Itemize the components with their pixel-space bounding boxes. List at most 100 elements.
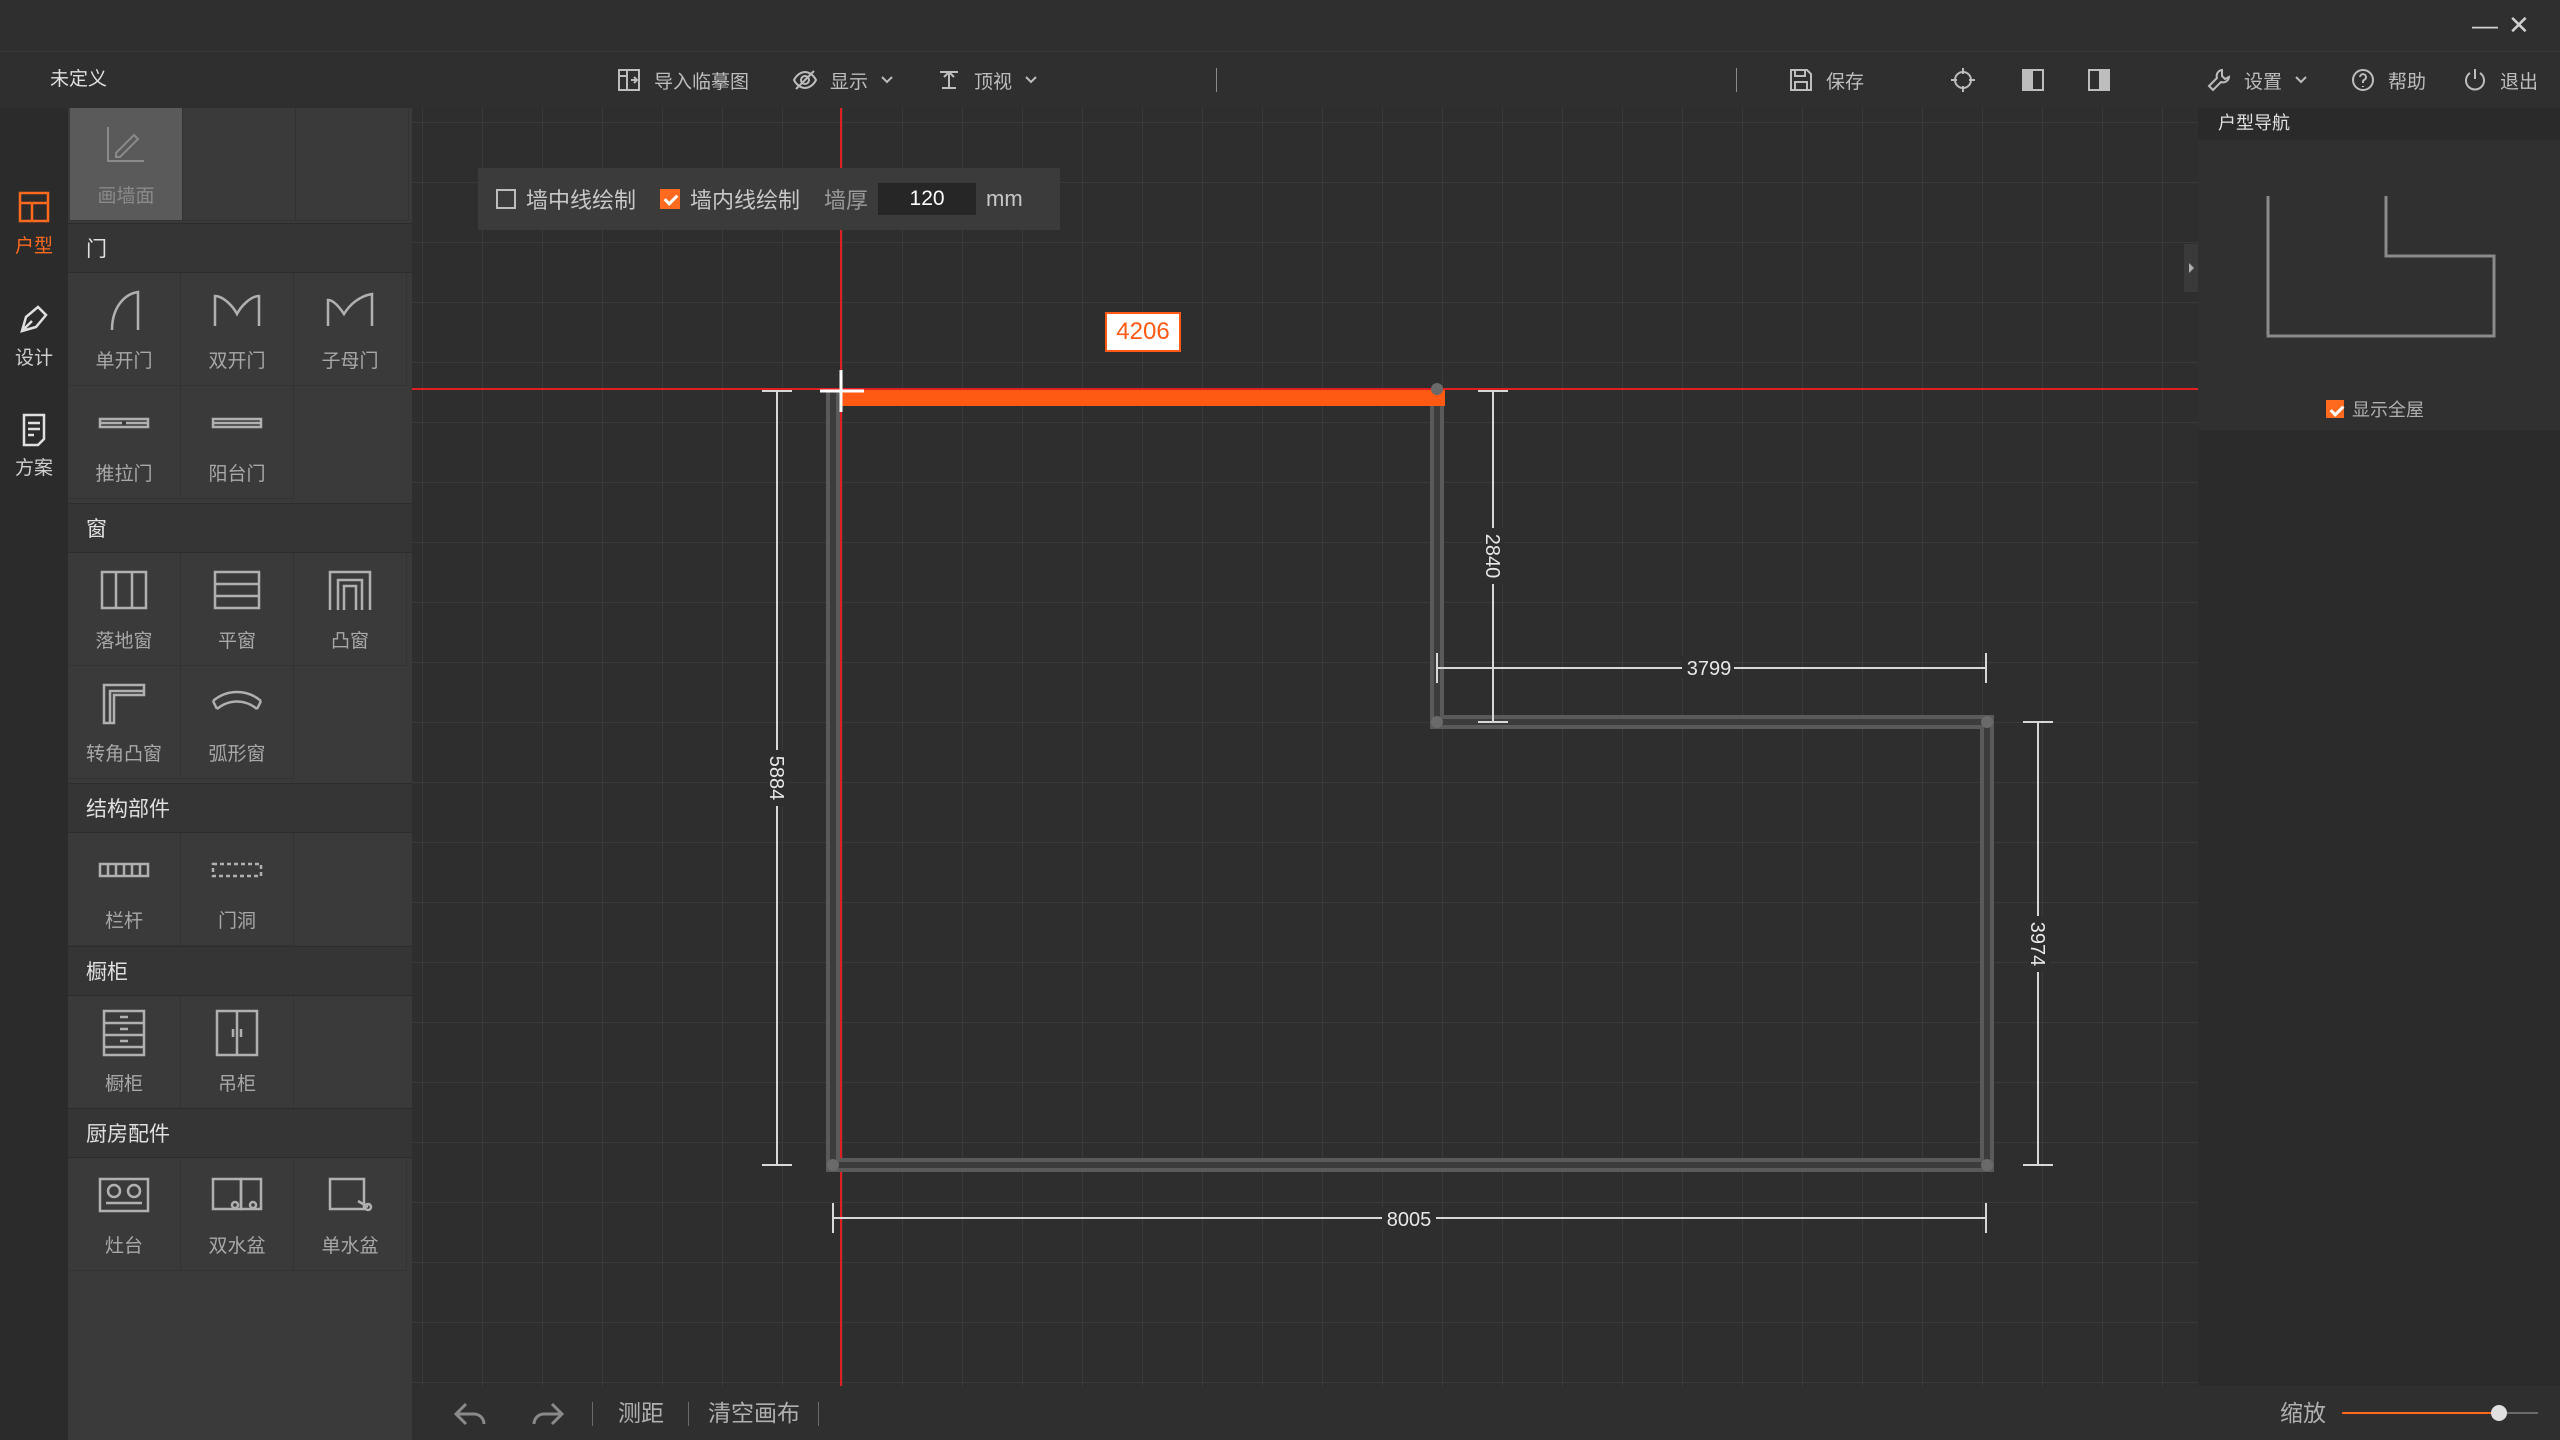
minimap-outline bbox=[2266, 196, 2496, 338]
show-all-checkbox[interactable] bbox=[2326, 400, 2344, 418]
chevron-down-icon bbox=[1025, 76, 1037, 84]
palette-empty-slot bbox=[183, 108, 296, 221]
redo-icon[interactable] bbox=[528, 1400, 566, 1428]
navigator-collapse-handle[interactable] bbox=[2184, 244, 2198, 292]
show-all-toggle[interactable]: 显示全屋 bbox=[2326, 396, 2424, 422]
crosshair-icon bbox=[1951, 68, 1975, 92]
statusbar-divider bbox=[818, 1402, 819, 1426]
wall-outline bbox=[826, 392, 1994, 1172]
help-button[interactable]: 帮助 bbox=[2350, 52, 2426, 108]
minimap-drawing bbox=[2266, 196, 2496, 338]
double-door-tool[interactable]: 双开门 bbox=[181, 273, 294, 386]
category-windows[interactable]: 窗 bbox=[68, 503, 412, 553]
palette-empty-slot bbox=[296, 108, 409, 221]
thickness-input[interactable] bbox=[878, 183, 977, 215]
single-sink-tool[interactable]: 单水盆 bbox=[294, 1158, 407, 1271]
zoom-slider-knob[interactable] bbox=[2490, 1405, 2507, 1421]
clear-canvas-button[interactable]: 清空画布 bbox=[708, 1386, 800, 1440]
corner-bay-window-icon bbox=[102, 683, 146, 724]
toolbar-divider bbox=[1736, 68, 1737, 92]
draw-wall-tool[interactable]: 画墙面 bbox=[70, 108, 183, 221]
power-icon bbox=[2465, 69, 2485, 91]
wall-cabinet-tool[interactable]: 吊柜 bbox=[181, 996, 294, 1109]
category-structure[interactable]: 结构部件 bbox=[68, 783, 412, 833]
stove-tool[interactable]: 灶台 bbox=[68, 1158, 181, 1271]
layout-left-icon bbox=[2022, 69, 2044, 91]
minimize-button[interactable]: — bbox=[2472, 10, 2498, 41]
statusbar-divider bbox=[688, 1402, 689, 1426]
cabinet-tool[interactable]: 橱柜 bbox=[68, 996, 181, 1109]
wall-node bbox=[1431, 716, 1443, 728]
pen-icon bbox=[20, 304, 48, 333]
save-button[interactable]: 保存 bbox=[1788, 52, 1864, 108]
close-button[interactable]: ✕ bbox=[2508, 10, 2530, 41]
eye-off-icon bbox=[792, 70, 818, 90]
nav-item-floorplan[interactable]: 户型 bbox=[0, 168, 68, 278]
dim-label-right-bottom: 3974 bbox=[2026, 922, 2048, 967]
nav-item-design[interactable]: 设计 bbox=[0, 280, 68, 390]
exit-button[interactable]: 退出 bbox=[2462, 52, 2538, 108]
bay-window-tool[interactable]: 凸窗 bbox=[294, 553, 407, 666]
door-opening-tool[interactable]: 门洞 bbox=[181, 833, 294, 946]
wall-node bbox=[1431, 383, 1443, 395]
category-cabinets[interactable]: 橱柜 bbox=[68, 946, 412, 996]
railing-tool[interactable]: 栏杆 bbox=[68, 833, 181, 946]
floorplan-icon bbox=[18, 191, 50, 222]
chevron-down-icon bbox=[2295, 76, 2307, 84]
measure-button[interactable]: 测距 bbox=[618, 1386, 664, 1440]
active-wall-segment bbox=[841, 390, 1445, 406]
zoom-slider-track[interactable] bbox=[2342, 1405, 2538, 1421]
thickness-label: 墙厚 bbox=[824, 188, 869, 213]
active-length-input[interactable]: 4206 bbox=[1105, 312, 1181, 352]
locate-button[interactable] bbox=[1950, 52, 1976, 108]
bay-window-icon bbox=[328, 570, 372, 610]
inner-line-checkbox[interactable] bbox=[660, 189, 681, 209]
single-door-tool[interactable]: 单开门 bbox=[68, 273, 181, 386]
navigator-minimap[interactable]: 显示全屋 bbox=[2198, 140, 2560, 430]
balcony-door-icon bbox=[211, 417, 263, 428]
status-bar: 测距 清空画布 缩放 bbox=[412, 1386, 2560, 1440]
arc-window-icon bbox=[211, 690, 263, 710]
import-trace-button[interactable]: 导入临摹图 bbox=[616, 52, 749, 108]
wall-node bbox=[1981, 1159, 1993, 1171]
undo-icon[interactable] bbox=[452, 1400, 490, 1428]
inner-line-label: 墙内线绘制 bbox=[690, 188, 801, 213]
sliding-door-tool[interactable]: 推拉门 bbox=[68, 386, 181, 499]
layout-right-icon bbox=[2088, 69, 2110, 91]
split-left-button[interactable] bbox=[2020, 52, 2046, 108]
view-dropdown[interactable]: 顶视 bbox=[936, 52, 1038, 108]
single-sink-icon bbox=[328, 1177, 373, 1211]
corner-bay-window-tool[interactable]: 转角凸窗 bbox=[68, 666, 181, 779]
toolbar-divider bbox=[1216, 68, 1217, 92]
project-title: 未定义 bbox=[50, 69, 108, 90]
component-palette: 画墙面 门 单开门 双开门 子母门 推拉门 阳台门 窗 落地窗 平窗 凸窗 转角… bbox=[68, 108, 412, 1440]
nav-item-plan[interactable]: 方案 bbox=[0, 390, 68, 500]
split-right-button[interactable] bbox=[2086, 52, 2112, 108]
category-kitchen[interactable]: 厨房配件 bbox=[68, 1108, 412, 1158]
wall-node bbox=[1981, 716, 1993, 728]
floorplan-drawing: 3799 8005 5884 2840 3974 bbox=[412, 108, 2198, 1386]
display-dropdown[interactable]: 显示 bbox=[792, 52, 894, 108]
flat-window-tool[interactable]: 平窗 bbox=[181, 553, 294, 666]
document-icon bbox=[22, 413, 46, 446]
center-line-checkbox[interactable] bbox=[496, 189, 516, 209]
mother-son-door-tool[interactable]: 子母门 bbox=[294, 273, 407, 386]
balcony-door-tool[interactable]: 阳台门 bbox=[181, 386, 294, 499]
dim-label-left: 5884 bbox=[765, 756, 787, 801]
arc-window-tool[interactable]: 弧形窗 bbox=[181, 666, 294, 779]
double-sink-icon bbox=[211, 1177, 263, 1210]
floor-window-tool[interactable]: 落地窗 bbox=[68, 553, 181, 666]
double-sink-tool[interactable]: 双水盆 bbox=[181, 1158, 294, 1271]
sliding-door-icon bbox=[98, 417, 150, 428]
walls bbox=[826, 392, 1994, 1172]
floor-window-icon bbox=[100, 570, 148, 609]
save-icon bbox=[1790, 69, 1812, 91]
drawing-canvas[interactable]: 3799 8005 5884 2840 3974 4206 bbox=[412, 108, 2198, 1386]
statusbar-divider bbox=[592, 1402, 593, 1426]
settings-dropdown[interactable]: 设置 bbox=[2206, 52, 2308, 108]
dim-label-middle: 3799 bbox=[1687, 658, 1732, 680]
category-doors[interactable]: 门 bbox=[68, 223, 412, 273]
wall-node bbox=[827, 1159, 839, 1171]
main-toolbar: 未定义 导入临摹图 显示 顶视 保存 设置 帮助 退出 bbox=[0, 52, 2560, 108]
top-view-icon bbox=[940, 70, 958, 89]
